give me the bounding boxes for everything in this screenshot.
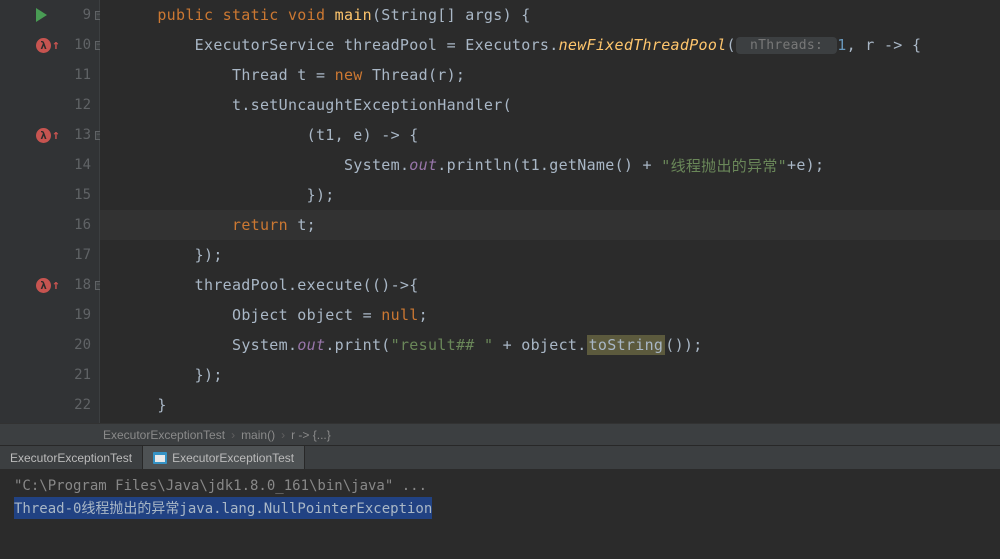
gutter-row[interactable]: 16 [0,210,99,240]
gutter-row[interactable]: λ 13 − [0,120,99,150]
line-number: 12 [63,97,91,113]
code-line-current[interactable]: return t; [100,210,1000,240]
breadcrumb-item[interactable]: main() [241,428,275,442]
code-line[interactable]: }); [100,360,1000,390]
line-number: 22 [63,397,91,413]
line-number: 13 [63,127,91,143]
gutter-row[interactable]: 14 [0,150,99,180]
line-number: 11 [63,67,91,83]
code-line[interactable]: Object object = null; [100,300,1000,330]
code-line[interactable]: System.out.println(t1.getName() + "线程抛出的… [100,150,1000,180]
code-line[interactable]: }); [100,240,1000,270]
lambda-icon[interactable]: λ [36,38,51,53]
line-number: 21 [63,367,91,383]
run-tab-active[interactable]: ExecutorExceptionTest [143,446,305,469]
code-line[interactable]: public static void main(String[] args) { [100,0,1000,30]
gutter-row[interactable]: 20 [0,330,99,360]
run-tabs: ExecutorExceptionTest ExecutorExceptionT… [0,445,1000,469]
gutter-row[interactable]: λ 18 − [0,270,99,300]
line-number: 19 [63,307,91,323]
chevron-right-icon: › [281,428,285,442]
editor-area: 9 − λ 10 − 11 12 λ 13 − 14 15 16 17 λ 18… [0,0,1000,423]
gutter-row[interactable]: 19 [0,300,99,330]
code-line[interactable]: threadPool.execute(()->{ [100,270,1000,300]
breadcrumb-item[interactable]: ExecutorExceptionTest [103,428,225,442]
gutter-row[interactable]: λ 10 − [0,30,99,60]
lambda-icon[interactable]: λ [36,128,51,143]
gutter-row[interactable]: 12 [0,90,99,120]
application-icon [153,452,167,464]
code-line[interactable]: ExecutorService threadPool = Executors.n… [100,30,1000,60]
code-area[interactable]: public static void main(String[] args) {… [100,0,1000,423]
line-number: 18 [63,277,91,293]
console-command-line[interactable]: "C:\Program Files\Java\jdk1.8.0_161\bin\… [14,475,986,497]
line-number: 14 [63,157,91,173]
gutter-row[interactable]: 22 [0,390,99,420]
console-stdout-line[interactable]: Thread-0线程抛出的异常java.lang.NullPointerExce… [14,497,986,519]
code-line[interactable]: }); [100,180,1000,210]
gutter-row[interactable]: 17 [0,240,99,270]
console-output[interactable]: "C:\Program Files\Java\jdk1.8.0_161\bin\… [0,469,1000,559]
chevron-right-icon: › [231,428,235,442]
lambda-icon[interactable]: λ [36,278,51,293]
gutter-row[interactable]: 15 [0,180,99,210]
run-icon[interactable] [36,8,47,22]
line-number: 9 [63,7,91,23]
breadcrumb[interactable]: ExecutorExceptionTest › main() › r -> {.… [0,423,1000,445]
line-number: 16 [63,217,91,233]
line-number: 17 [63,247,91,263]
code-line[interactable]: } [100,390,1000,420]
run-tab[interactable]: ExecutorExceptionTest [0,446,143,469]
inspection-highlight: toString [587,335,666,355]
line-number: 10 [63,37,91,53]
code-line[interactable]: (t1, e) -> { [100,120,1000,150]
code-line[interactable]: System.out.print("result## " + object.to… [100,330,1000,360]
gutter-row[interactable]: 21 [0,360,99,390]
gutter: 9 − λ 10 − 11 12 λ 13 − 14 15 16 17 λ 18… [0,0,100,423]
param-hint: nThreads: [736,37,837,54]
code-line[interactable]: t.setUncaughtExceptionHandler( [100,90,1000,120]
line-number: 15 [63,187,91,203]
breadcrumb-item[interactable]: r -> {...} [291,428,331,442]
code-line[interactable]: Thread t = new Thread(r); [100,60,1000,90]
line-number: 20 [63,337,91,353]
selected-text: Thread-0线程抛出的异常java.lang.NullPointerExce… [14,497,432,519]
gutter-row[interactable]: 9 − [0,0,99,30]
gutter-row[interactable]: 11 [0,60,99,90]
